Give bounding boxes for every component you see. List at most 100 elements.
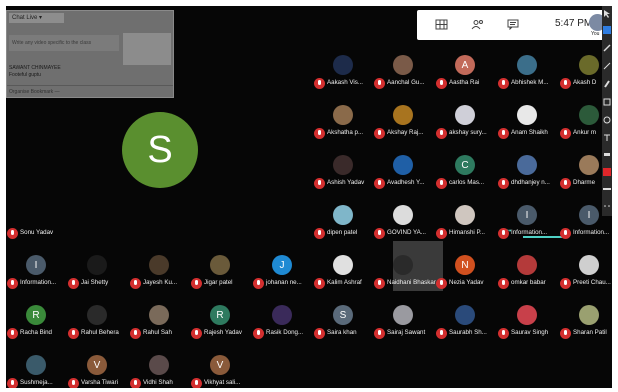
participant-name: GOVIND YA... <box>387 229 426 236</box>
participant-avatar: I <box>579 205 599 225</box>
participant-name: Information... <box>573 229 610 236</box>
participant-avatar <box>333 205 353 225</box>
grid-icon[interactable] <box>435 19 448 30</box>
mic-muted-icon <box>130 378 141 388</box>
chat-divider <box>7 85 173 86</box>
participant-tile[interactable]: I Information... <box>6 254 66 292</box>
mic-muted-icon <box>560 78 571 89</box>
host-avatar[interactable]: S <box>122 112 198 188</box>
mic-muted-icon <box>130 278 141 289</box>
participant-tile[interactable]: Rahul Sah <box>129 304 189 342</box>
participant-name: Vikhyat sali... <box>204 379 241 386</box>
pencil-icon[interactable] <box>603 44 611 52</box>
participant-avatar: A <box>455 55 475 75</box>
participant-tile[interactable]: I Information... <box>559 204 612 242</box>
participant-avatar: I <box>517 205 537 225</box>
participant-tile[interactable]: A Aastha Rai <box>435 54 495 92</box>
participant-name: Akshatha p... <box>327 129 364 136</box>
participant-tile[interactable]: akshay sury... <box>435 104 495 142</box>
participant-tile[interactable]: Rahul Behera <box>67 304 127 342</box>
participant-tile[interactable]: Preeti Chau... <box>559 254 612 292</box>
participant-name: Aastha Rai <box>449 79 480 86</box>
participant-tile[interactable]: Jigar patel <box>190 254 250 292</box>
participant-name: akshay sury... <box>449 129 487 136</box>
participant-tile[interactable]: R Rajesh Yadav <box>190 304 250 342</box>
participant-tile[interactable]: V Vikhyat sali... <box>190 354 250 388</box>
participant-tile[interactable]: Vidhi Shah <box>129 354 189 388</box>
participant-tile[interactable]: Aakash Vis... <box>313 54 373 92</box>
chat-input[interactable]: Write any video specific to the class <box>9 35 119 51</box>
participant-tile[interactable]: Kalim Ashraf <box>313 254 373 292</box>
participant-tile[interactable]: Ankur m <box>559 104 612 142</box>
mic-muted-icon <box>7 328 18 339</box>
participant-name: dhdhanjey n... <box>511 179 550 186</box>
participant-name: Kalim Ashraf <box>327 279 362 286</box>
participant-tile[interactable]: Jayesh Ku... <box>129 254 189 292</box>
participant-name: Himanshi P... <box>449 229 485 236</box>
participant-tile[interactable]: dhdhanjey n... <box>497 154 557 192</box>
participant-tile[interactable]: Rasik Dong... <box>252 304 312 342</box>
participant-tile[interactable]: Jjohanan ne... <box>252 254 312 292</box>
participant-avatar: V <box>210 355 230 375</box>
participant-name: Information... <box>20 279 57 286</box>
participant-tile[interactable]: Anam Shaikh <box>497 104 557 142</box>
chat-icon[interactable] <box>507 19 520 30</box>
participant-tile[interactable]: N Nezia Yadav <box>435 254 495 292</box>
participant-tile[interactable]: omkar babar <box>497 254 557 292</box>
mic-muted-icon <box>374 278 385 289</box>
participant-name: Ankur m <box>573 129 597 136</box>
participant-avatar <box>393 255 413 275</box>
participant-name: Rasik Dong... <box>266 329 304 336</box>
mic-muted-icon <box>314 278 325 289</box>
participant-tile[interactable]: dipen patel <box>313 204 373 242</box>
participant-tile[interactable]: Aanchal Gu... <box>373 54 433 92</box>
participant-tile[interactable]: R Racha Bind <box>6 304 66 342</box>
participant-tile[interactable]: S Saira khan <box>313 304 373 342</box>
mic-muted-icon <box>314 328 325 339</box>
participant-name: Jigar patel <box>204 279 233 286</box>
participant-name: dipen patel <box>327 229 358 236</box>
participant-name: Aanchal Gu... <box>387 79 425 86</box>
participant-tile[interactable]: Abhishek M... <box>497 54 557 92</box>
participant-tile[interactable]: Avadhesh Y... <box>373 154 433 192</box>
participant-avatar <box>149 255 169 275</box>
mic-muted-icon <box>436 278 447 289</box>
participant-tile[interactable]: Ccarlos Mas... <box>435 154 495 192</box>
participant-tile[interactable]: Jai Shetty <box>67 254 127 292</box>
participant-tile[interactable]: Sharan Patil <box>559 304 612 342</box>
participant-avatar: C <box>455 155 475 175</box>
mic-muted-icon <box>560 228 571 239</box>
mic-muted-icon <box>374 78 385 89</box>
chat-send-area[interactable] <box>123 33 171 65</box>
participant-tile[interactable]: Naidhani Bhaskar... <box>373 254 441 292</box>
chat-dropdown[interactable]: Chat Live ▾ <box>9 13 64 23</box>
cursor-icon[interactable] <box>603 10 611 18</box>
participant-tile[interactable]: GOVIND YA... <box>373 204 433 242</box>
participant-avatar: R <box>210 305 230 325</box>
participant-tile[interactable]: Himanshi P... <box>435 204 495 242</box>
participant-tile[interactable]: Ashish Yadav <box>313 154 373 192</box>
participant-name: Sonu Yadav <box>20 229 54 236</box>
participant-tile[interactable]: Dharme <box>559 154 612 192</box>
mic-muted-icon <box>560 178 571 189</box>
participant-tile[interactable]: Sonu Yadav <box>6 204 66 242</box>
participant-tile[interactable]: Saurav Singh <box>497 304 557 342</box>
participant-tile[interactable]: V Varsha Tiwari <box>67 354 127 388</box>
participant-tile[interactable]: Akshatha p... <box>313 104 373 142</box>
mic-muted-icon <box>7 378 18 388</box>
participant-avatar <box>455 105 475 125</box>
participant-avatar <box>210 255 230 275</box>
mic-muted-icon <box>436 128 447 139</box>
participant-tile[interactable]: Sushmeja... <box>6 354 66 388</box>
participant-tile[interactable]: Akshay Raj... <box>373 104 433 142</box>
participant-tile[interactable]: Saurabh Sh... <box>435 304 495 342</box>
participant-tile[interactable]: Akash D <box>559 54 612 92</box>
participant-tile[interactable]: I Information... <box>497 204 557 242</box>
participant-avatar <box>26 355 46 375</box>
participant-avatar <box>333 255 353 275</box>
people-icon[interactable] <box>471 19 484 30</box>
pen-tool-icon[interactable] <box>603 26 611 34</box>
participant-tile[interactable]: Sairaj Sawant <box>373 304 433 342</box>
participant-avatar <box>87 255 107 275</box>
mic-muted-icon <box>191 278 202 289</box>
